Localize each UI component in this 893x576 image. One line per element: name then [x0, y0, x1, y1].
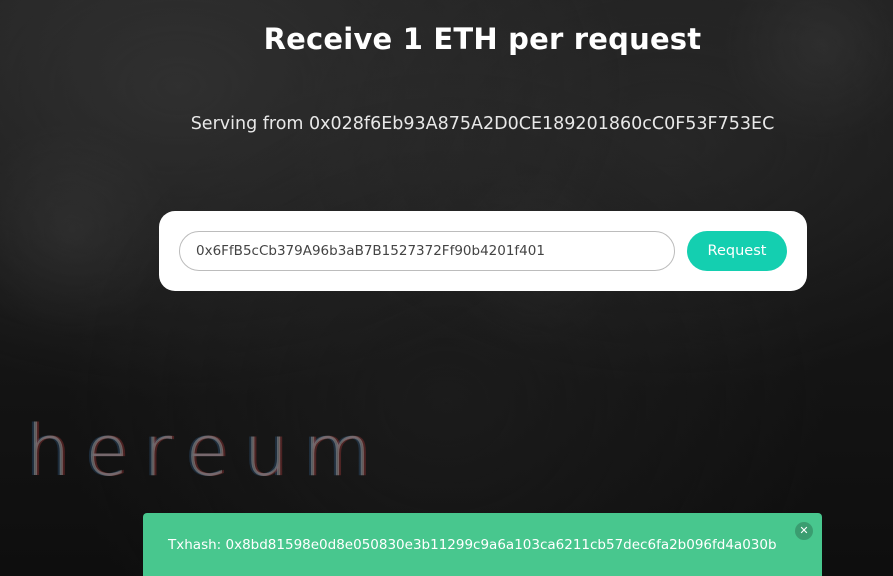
ethereum-background-logo: hereum: [26, 410, 387, 492]
serving-address-text: Serving from 0x028f6Eb93A875A2D0CE189201…: [190, 114, 775, 134]
page-title: Receive 1 ETH per request: [263, 22, 702, 56]
request-button[interactable]: Request: [687, 231, 787, 271]
close-icon[interactable]: ✕: [795, 522, 813, 540]
notification-toast: Txhash: 0x8bd81598e0d8e050830e3b11299c9a…: [143, 513, 822, 576]
request-form-card: Request: [159, 211, 807, 291]
txhash-text: Txhash: 0x8bd81598e0d8e050830e3b11299c9a…: [168, 537, 777, 553]
address-input[interactable]: [179, 231, 675, 271]
